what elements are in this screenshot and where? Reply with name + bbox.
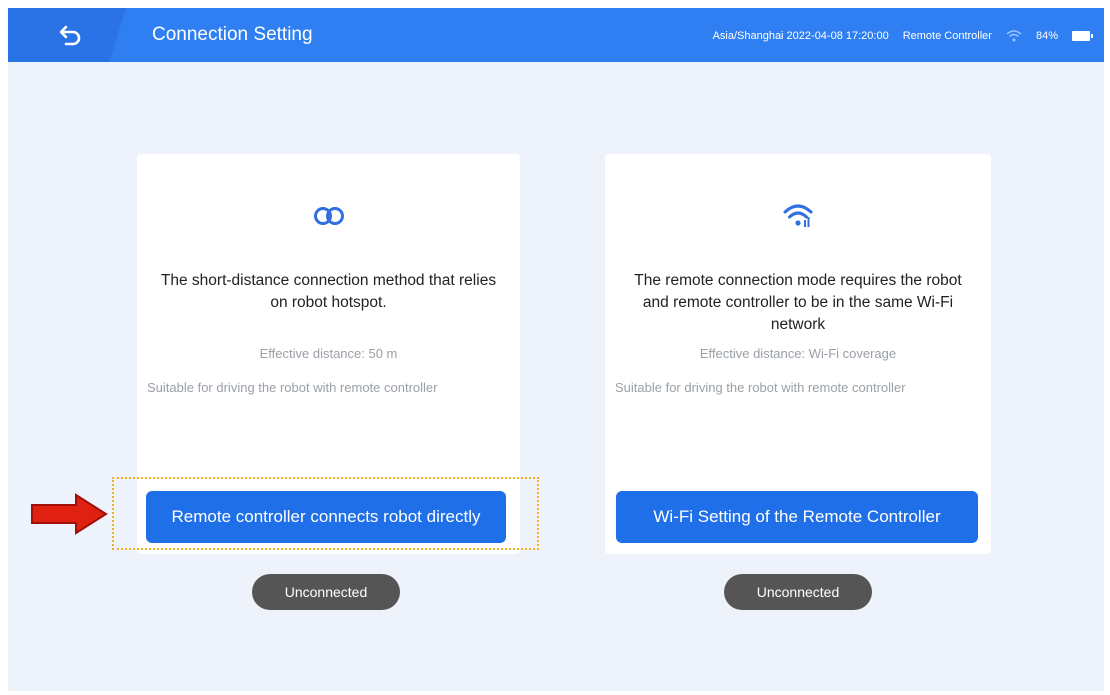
connection-status-badge: Unconnected bbox=[724, 574, 872, 610]
timezone-time: Asia/Shanghai 2022-04-08 17:20:00 bbox=[712, 30, 889, 42]
card-suitable: Suitable for driving the robot with remo… bbox=[615, 380, 906, 395]
back-button[interactable] bbox=[8, 8, 126, 62]
remote-controller-wifi-setting-button[interactable]: Wi-Fi Setting of the Remote Controller bbox=[616, 491, 978, 543]
wifi-connection-card: The remote connection mode requires the … bbox=[605, 154, 991, 554]
screen: Connection Setting Asia/Shanghai 2022-04… bbox=[8, 8, 1104, 691]
mode-label: Remote Controller bbox=[902, 30, 992, 42]
link-icon bbox=[311, 198, 347, 234]
pointer-arrow-icon bbox=[31, 493, 108, 535]
card-description: The short-distance connection method tha… bbox=[160, 272, 497, 311]
status-bar: Asia/Shanghai 2022-04-08 17:20:00 Remote… bbox=[712, 26, 1093, 46]
back-arrow-icon bbox=[59, 25, 81, 46]
wifi-icon bbox=[780, 198, 816, 234]
card-description: The remote connection mode requires the … bbox=[634, 272, 962, 333]
battery-percent: 84% bbox=[1035, 30, 1058, 42]
page-title: Connection Setting bbox=[152, 24, 313, 45]
card-distance: Effective distance: Wi-Fi coverage bbox=[699, 346, 897, 361]
wifi-status-icon bbox=[1006, 30, 1022, 42]
battery-icon bbox=[1072, 31, 1093, 41]
card-suitable: Suitable for driving the robot with remo… bbox=[147, 380, 438, 395]
top-bar: Connection Setting Asia/Shanghai 2022-04… bbox=[8, 8, 1104, 62]
card-distance: Effective distance: 50 m bbox=[259, 346, 398, 361]
connection-status-badge: Unconnected bbox=[252, 574, 400, 610]
highlight-box bbox=[112, 477, 539, 550]
